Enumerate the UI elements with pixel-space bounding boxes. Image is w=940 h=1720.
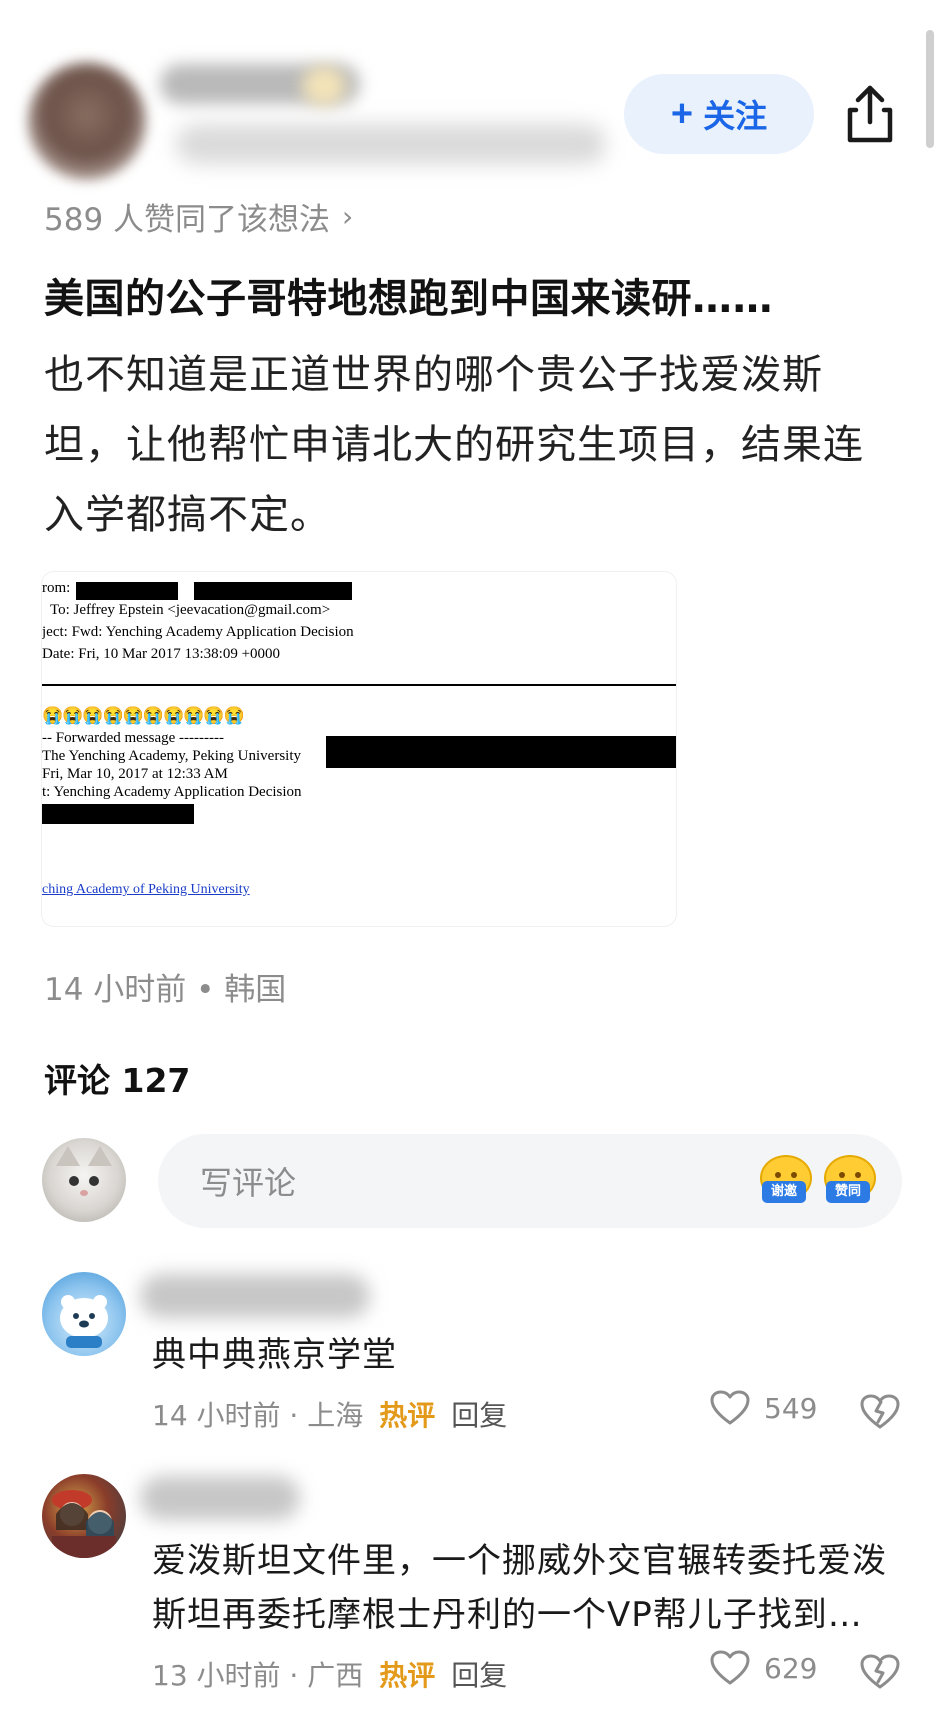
current-user-avatar [42, 1138, 126, 1222]
comment-dislike-button[interactable] [860, 1652, 900, 1692]
comment-text: 爱泼斯坦文件里，一个挪威外交官辗转委托爱泼斯坦再委托摩根士丹利的一个VP帮儿子找… [152, 1541, 887, 1635]
email-fwd-date-line: Fri, Mar 10, 2017 at 12:33 AM [42, 766, 228, 782]
email-date-line: Date: Fri, 10 Mar 2017 13:38:09 +0000 [42, 646, 281, 662]
commenter-name-redacted[interactable] [140, 1274, 370, 1318]
comment-input-placeholder: 写评论 [200, 1164, 297, 1202]
email-subject-line: ject: Fwd: Yenching Academy Application … [42, 624, 354, 640]
comment-time-location: 14 小时前 · 上海 [152, 1399, 364, 1432]
comment-like-button[interactable]: 629 [710, 1650, 817, 1686]
commenter-avatar[interactable] [42, 1474, 126, 1558]
plus-icon: + [670, 93, 694, 135]
redaction-bar [326, 736, 676, 768]
heart-icon [710, 1390, 750, 1425]
email-from-label: rom: [42, 580, 71, 596]
hot-comment-badge: 热评 [379, 1399, 436, 1432]
share-icon [847, 85, 893, 143]
comment-like-button[interactable]: 549 [710, 1390, 817, 1426]
email-fwd-subject-line: t: Yenching Academy Application Decision [42, 784, 302, 800]
crying-emoji-row: 😭😭😭😭😭😭😭😭😭😭 [42, 706, 245, 725]
email-forwarded-line: -- Forwarded message --------- [42, 730, 224, 746]
reply-button[interactable]: 回复 [451, 1394, 507, 1434]
email-to-line: To: Jeffrey Epstein <jeevacation@gmail.c… [50, 602, 331, 618]
hot-comment-badge: 热评 [379, 1659, 436, 1692]
author-bio-redacted [176, 124, 606, 164]
dislike-heart-icon [860, 1394, 900, 1429]
author-avatar[interactable] [28, 62, 146, 180]
emoji-tag: 谢邀 [762, 1181, 806, 1203]
reply-button[interactable]: 回复 [451, 1654, 507, 1694]
comment-text: 典中典燕京学堂 [152, 1335, 397, 1375]
comment-meta: 14 小时前 · 上海 热评 回复 [152, 1394, 507, 1434]
scrollbar[interactable] [926, 30, 934, 148]
follow-label: 关注 [703, 98, 768, 134]
chevron-right-icon: › [342, 200, 354, 233]
follow-button[interactable]: + 关注 [624, 74, 814, 154]
share-button[interactable] [840, 82, 900, 146]
redaction-bar [76, 582, 178, 600]
comment-time-location: 13 小时前 · 广西 [152, 1659, 364, 1692]
comment-like-count: 549 [764, 1391, 818, 1425]
comment-input[interactable]: 写评论 谢邀 赞同 [158, 1134, 902, 1228]
comment-like-count: 629 [764, 1651, 818, 1685]
post-title: 美国的公子哥特地想跑到中国来读研…… [44, 276, 773, 322]
heart-icon [710, 1650, 750, 1685]
agree-emoji-button[interactable]: 赞同 [822, 1155, 876, 1207]
commenter-avatar[interactable] [42, 1272, 126, 1356]
post-body: 也不知道是正道世界的哪个贵公子找爱泼斯坦，让他帮忙申请北大的研究生项目，结果连入… [44, 352, 864, 538]
comment-meta: 13 小时前 · 广西 热评 回复 [152, 1654, 507, 1694]
divider [42, 684, 676, 686]
comments-count-title: 评论 127 [44, 1061, 191, 1100]
post-time-location: 14 小时前 • 韩国 [44, 972, 287, 1008]
emoji-tag: 赞同 [826, 1181, 870, 1203]
redaction-bar [42, 804, 194, 824]
anime-character-avatar-icon [52, 1490, 116, 1558]
comment-dislike-button[interactable] [860, 1392, 900, 1432]
author-badge-redacted [302, 66, 346, 106]
agree-count-link[interactable]: 589 人赞同了该想法 › [44, 194, 353, 239]
polar-bear-avatar-icon [60, 1295, 108, 1348]
email-fwd-from-line: The Yenching Academy, Peking University [42, 748, 301, 764]
thanks-invite-emoji-button[interactable]: 谢邀 [758, 1155, 812, 1207]
agree-count-text: 589 人赞同了该想法 [44, 202, 331, 238]
commenter-name-redacted[interactable] [140, 1476, 300, 1520]
redaction-bar [194, 582, 352, 600]
dislike-heart-icon [860, 1654, 900, 1689]
email-academy-link: ching Academy of Peking University [42, 882, 250, 897]
post-image-email[interactable]: rom: To: Jeffrey Epstein <jeevacation@gm… [42, 572, 676, 926]
